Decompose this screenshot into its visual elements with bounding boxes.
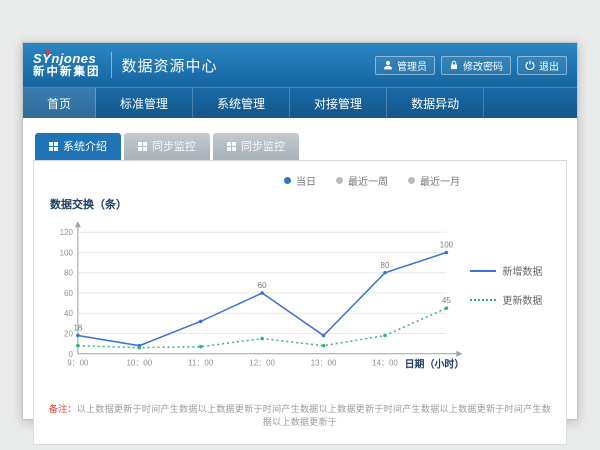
note-prefix: 备注：: [49, 404, 77, 414]
admin-user-label: 管理员: [397, 58, 427, 73]
legend-dot: [336, 177, 343, 184]
svg-text:14：00: 14：00: [372, 359, 398, 368]
svg-text:60: 60: [64, 289, 73, 298]
chart-panel: 当日 最近一周 最近一月 数据交换（条） 0 20 40 60 80 100 120 9：00…: [33, 160, 567, 445]
line-sample: [470, 270, 496, 272]
footer-note: 备注：以上数据更新于时间产生数据以上数据更新于时间产生数据以上数据更新于时间产生…: [48, 402, 552, 428]
filter-today[interactable]: 当日: [284, 173, 316, 188]
series-label: 更新数据: [502, 292, 542, 307]
note-text: 以上数据更新于时间产生数据以上数据更新于时间产生数据以上数据更新于时间产生数据以…: [77, 404, 551, 427]
svg-text:18: 18: [73, 324, 82, 333]
nav-item-label: 数据异动: [411, 95, 459, 112]
main-nav: 首页 标准管理 系统管理 对接管理 数据异动: [23, 87, 577, 118]
nav-item-label: 系统管理: [217, 95, 265, 112]
tab-label: 同步监控: [152, 138, 196, 154]
nav-item-label: 标准管理: [120, 95, 168, 112]
grid-icon: [227, 142, 236, 151]
svg-text:80: 80: [381, 261, 390, 270]
tab-system-intro[interactable]: 系统介绍: [35, 133, 121, 160]
tab-bar: 系统介绍 同步监控 同步监控: [33, 133, 567, 160]
period-filter-legend: 当日 最近一周 最近一月: [48, 173, 460, 188]
filter-label: 当日: [296, 173, 316, 188]
svg-text:9：00: 9：00: [67, 359, 89, 368]
tab-sync-monitor-1[interactable]: 同步监控: [124, 133, 210, 160]
line-chart: 0 20 40 60 80 100 120 9：00 10：00 11：00 12：00 13：00 1…: [48, 216, 466, 378]
svg-text:12：00: 12：00: [249, 359, 275, 368]
nav-item-label: 对接管理: [314, 95, 362, 112]
filter-last-month[interactable]: 最近一月: [408, 173, 460, 188]
series-legend: 新增数据 更新数据: [470, 263, 552, 307]
svg-text:45: 45: [442, 296, 451, 305]
svg-text:60: 60: [258, 281, 267, 290]
brand: SYnjones 新中新集团 数据资源中心: [33, 51, 218, 79]
brand-divider: [111, 52, 112, 78]
logout-button[interactable]: 退出: [517, 56, 567, 75]
svg-text:0: 0: [68, 350, 73, 359]
svg-text:80: 80: [64, 269, 73, 278]
nav-item-data-change[interactable]: 数据异动: [387, 88, 484, 118]
change-password-label: 修改密码: [463, 58, 503, 73]
header: SYnjones 新中新集团 数据资源中心 管理员 修改密码: [23, 43, 577, 87]
legend-item-new-data: 新增数据: [470, 263, 552, 278]
nav-item-standards[interactable]: 标准管理: [96, 88, 193, 118]
svg-text:100: 100: [60, 248, 74, 257]
nav-item-label: 首页: [47, 95, 71, 112]
svg-text:100: 100: [440, 241, 454, 250]
grid-icon: [49, 142, 58, 151]
filter-label: 最近一月: [420, 173, 460, 188]
legend-item-updated-data: 更新数据: [470, 292, 552, 307]
content-area: 系统介绍 同步监控 同步监控 当日 最近一周: [23, 118, 577, 445]
nav-item-integration[interactable]: 对接管理: [290, 88, 387, 118]
line-sample: [470, 299, 496, 301]
user-actions: 管理员 修改密码 退出: [375, 56, 567, 75]
power-icon: [525, 60, 535, 70]
legend-dot: [408, 177, 415, 184]
filter-label: 最近一周: [348, 173, 388, 188]
logo-text: SYnjones: [33, 52, 101, 66]
svg-text:120: 120: [60, 228, 74, 237]
tab-sync-monitor-2[interactable]: 同步监控: [213, 133, 299, 160]
nav-item-home[interactable]: 首页: [23, 88, 96, 118]
logout-label: 退出: [539, 58, 559, 73]
tab-label: 系统介绍: [63, 138, 107, 154]
user-icon: [383, 60, 393, 70]
admin-user-button[interactable]: 管理员: [375, 56, 435, 75]
svg-text:10：00: 10：00: [126, 359, 152, 368]
page-title: 数据资源中心: [122, 55, 218, 76]
svg-text:13：00: 13：00: [311, 359, 337, 368]
logo: SYnjones 新中新集团: [33, 51, 101, 79]
svg-text:日期（小时）: 日期（小时）: [405, 358, 465, 371]
svg-text:20: 20: [64, 330, 73, 339]
change-password-button[interactable]: 修改密码: [441, 56, 511, 75]
svg-text:11：00: 11：00: [188, 359, 214, 368]
filter-last-week[interactable]: 最近一周: [336, 173, 388, 188]
legend-dot: [284, 177, 291, 184]
tab-label: 同步监控: [241, 138, 285, 154]
grid-icon: [138, 142, 147, 151]
nav-item-system[interactable]: 系统管理: [193, 88, 290, 118]
y-axis-title: 数据交换（条）: [50, 196, 552, 212]
logo-subtext: 新中新集团: [33, 66, 101, 79]
app-window: SYnjones 新中新集团 数据资源中心 管理员 修改密码: [22, 42, 578, 420]
svg-text:40: 40: [64, 309, 73, 318]
chart-row: 0 20 40 60 80 100 120 9：00 10：00 11：00 12：00 13：00 1…: [48, 216, 552, 378]
lock-icon: [449, 60, 459, 70]
series-label: 新增数据: [502, 263, 542, 278]
